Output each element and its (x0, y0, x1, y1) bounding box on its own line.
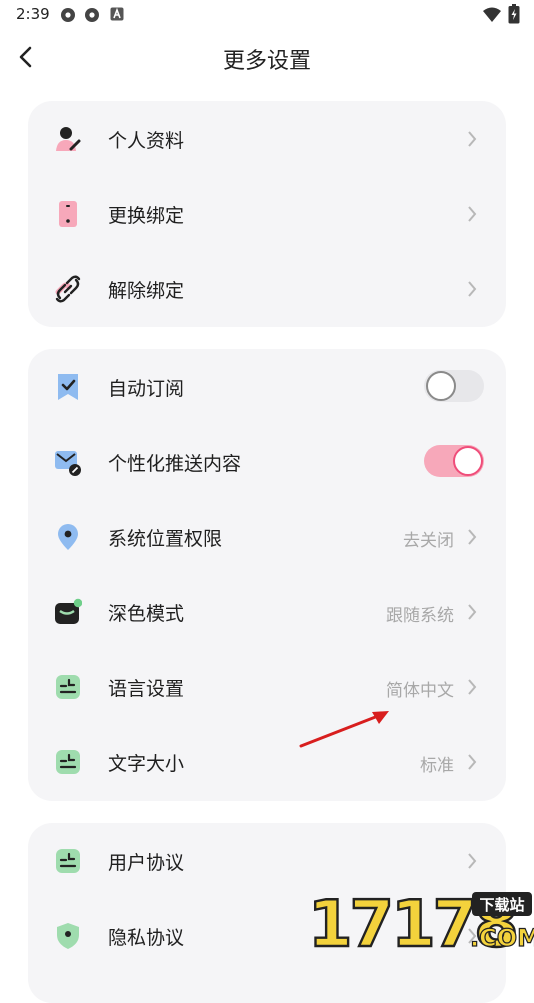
settings-row-label: 解除绑定 (108, 280, 185, 302)
site-watermark-logo: 17178 下载站 .COM (307, 888, 534, 950)
settings-row-personalized-push[interactable]: 个性化推送内容 (28, 424, 506, 499)
notification-app-icon (85, 8, 99, 22)
settings-row-auto-subscribe[interactable]: 自动订阅 (28, 349, 506, 424)
chevron-right-icon (468, 281, 477, 297)
agreement-doc-icon (56, 849, 80, 873)
settings-row-change-binding[interactable]: 更换绑定 (28, 176, 506, 251)
settings-row-text-size[interactable]: 文字大小 标准 (28, 724, 506, 799)
header: 更多设置 (0, 28, 534, 90)
privacy-shield-icon (57, 923, 79, 949)
status-time: 2:39 (16, 5, 50, 23)
auto-subscribe-toggle[interactable] (424, 370, 484, 402)
chevron-right-icon (468, 529, 477, 545)
settings-row-label: 系统位置权限 (108, 528, 223, 550)
settings-row-language[interactable]: 语言设置 简体中文 (28, 649, 506, 724)
settings-row-label: 隐私协议 (108, 927, 185, 949)
wifi-icon (483, 7, 501, 22)
settings-row-dark-mode[interactable]: 深色模式 跟随系统 (28, 574, 506, 649)
settings-row-value: 简体中文 (386, 681, 454, 701)
settings-row-location-permission[interactable]: 系统位置权限 去关闭 (28, 499, 506, 574)
notification-app-icon (61, 8, 75, 22)
dark-mode-icon (55, 598, 82, 624)
settings-row-value: 去关闭 (403, 531, 454, 551)
account-settings-card: 个人资料 更换绑定 解除绑定 (28, 101, 506, 327)
phone-icon (59, 201, 77, 227)
personalized-push-toggle[interactable] (424, 445, 484, 477)
bookmark-check-icon (58, 374, 78, 400)
toggle-knob (426, 371, 456, 401)
watermark-suffix: .COM (470, 924, 534, 950)
settings-row-label: 深色模式 (108, 603, 185, 625)
settings-row-label: 文字大小 (108, 753, 185, 775)
settings-row-unbind[interactable]: 解除绑定 (28, 251, 506, 326)
settings-row-label: 用户协议 (108, 852, 185, 874)
page-title: 更多设置 (222, 49, 311, 74)
preferences-card: 自动订阅 个性化推送内容 系统位置权限 去关闭 深色模式 跟随系统 语言设置 简… (28, 349, 506, 801)
mail-edit-icon (55, 451, 81, 476)
chevron-right-icon (468, 853, 477, 869)
toggle-knob (453, 446, 483, 476)
settings-row-label: 自动订阅 (108, 378, 185, 400)
location-pin-icon (58, 524, 78, 550)
chevron-right-icon (468, 131, 477, 147)
settings-row-profile[interactable]: 个人资料 (28, 101, 506, 176)
settings-row-label: 个性化推送内容 (108, 453, 242, 475)
settings-row-value: 标准 (420, 756, 454, 776)
profile-icon (56, 127, 81, 151)
notification-a-icon (110, 7, 124, 21)
settings-row-user-agreement[interactable]: 用户协议 (28, 823, 506, 898)
settings-row-value: 跟随系统 (386, 606, 454, 626)
language-doc-icon (56, 675, 80, 699)
settings-row-label: 语言设置 (108, 678, 185, 700)
settings-row-label: 更换绑定 (108, 205, 185, 227)
settings-row-label: 个人资料 (108, 130, 185, 152)
unlink-icon (55, 275, 81, 303)
chevron-right-icon (468, 206, 477, 222)
annotation-arrow-icon (299, 711, 389, 748)
battery-icon (508, 4, 520, 24)
status-bar: 2:39 (0, 0, 534, 28)
chevron-right-icon (468, 754, 477, 770)
chevron-right-icon (468, 604, 477, 620)
text-size-doc-icon (56, 750, 80, 774)
watermark-tag: 下载站 (479, 896, 524, 914)
chevron-right-icon (468, 679, 477, 695)
